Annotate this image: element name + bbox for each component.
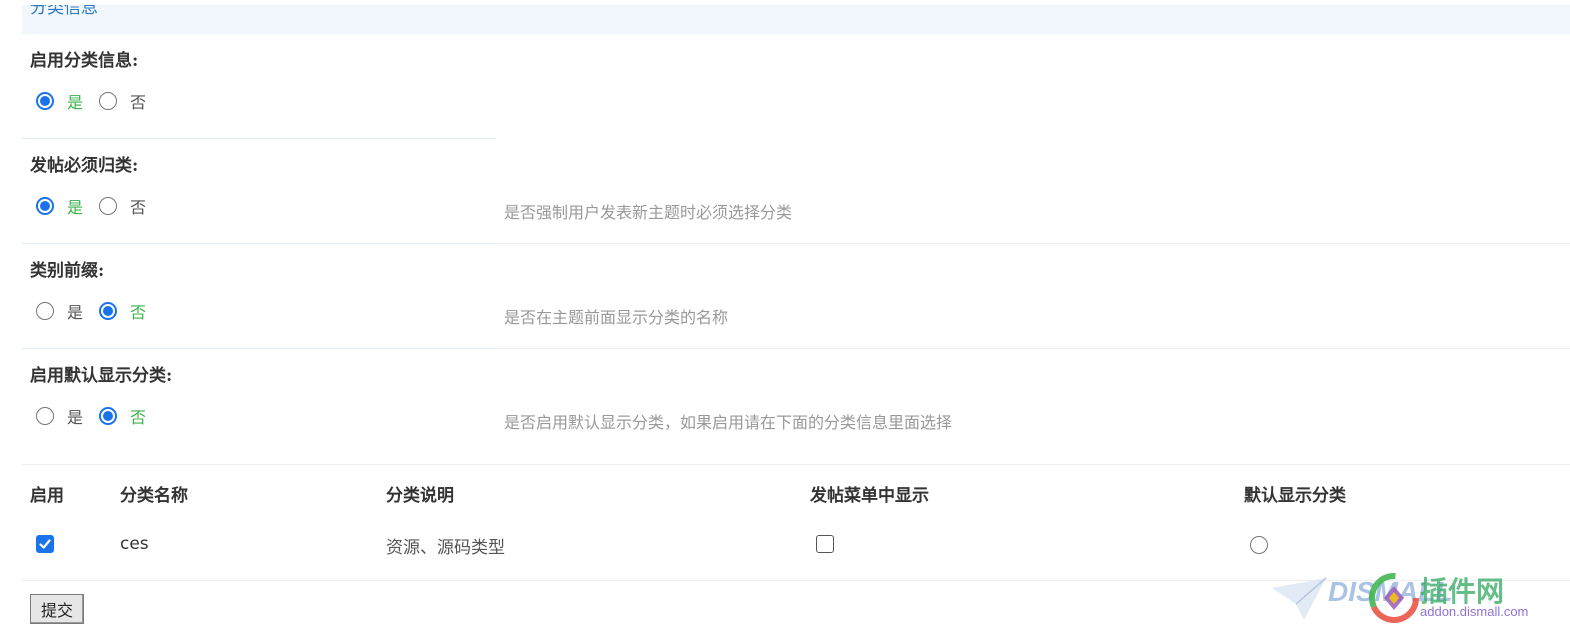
section-header: 分类信息	[22, 5, 1570, 34]
radio-option-no[interactable]: 否	[99, 89, 146, 113]
category-settings-page: 分类信息 启用分类信息: 是 否 发帖必须归类: 是 否 是否强制用户发表新主题…	[0, 0, 1570, 638]
paper-plane-icon	[1272, 577, 1327, 620]
setting-category-prefix: 类别前缀: 是 否 是否在主题前面显示分类的名称	[22, 244, 1570, 349]
radio-option-no[interactable]: 否	[99, 299, 146, 323]
radio-group: 是 否	[36, 300, 162, 322]
radio-button[interactable]	[99, 92, 118, 110]
setting-label: 发帖必须归类:	[30, 156, 139, 176]
radio-label: 否	[130, 198, 147, 217]
category-description: 资源、源码类型	[386, 538, 505, 558]
radio-group: 是 否	[36, 195, 162, 217]
column-header-show-in-menu: 发帖菜单中显示	[810, 486, 929, 506]
show-in-menu-checkbox[interactable]	[816, 535, 834, 553]
setting-description: 是否在主题前面显示分类的名称	[504, 308, 729, 327]
radio-button[interactable]	[99, 407, 118, 425]
watermark-url: addon.dismall.com	[1420, 604, 1529, 619]
setting-label: 启用分类信息:	[30, 51, 139, 71]
radio-option-yes[interactable]: 是	[36, 194, 83, 218]
radio-label: 否	[130, 93, 147, 112]
divider	[22, 464, 1570, 465]
radio-label: 否	[130, 408, 147, 427]
radio-option-no[interactable]: 否	[99, 404, 146, 428]
radio-label: 是	[67, 198, 84, 217]
column-header-default: 默认显示分类	[1244, 486, 1346, 506]
radio-button[interactable]	[36, 197, 54, 215]
radio-option-yes[interactable]: 是	[36, 404, 83, 428]
radio-button[interactable]	[36, 92, 54, 110]
setting-default-display: 启用默认显示分类: 是 否 是否启用默认显示分类，如果启用请在下面的分类信息里面…	[22, 349, 1570, 454]
radio-button[interactable]	[36, 407, 54, 425]
setting-label: 类别前缀:	[30, 261, 105, 281]
radio-group: 是 否	[36, 90, 162, 112]
radio-group: 是 否	[36, 405, 162, 427]
radio-label: 是	[67, 93, 84, 112]
setting-description: 是否启用默认显示分类，如果启用请在下面的分类信息里面选择	[504, 413, 953, 432]
radio-label: 是	[67, 303, 84, 322]
submit-button[interactable]: 提交	[30, 594, 84, 624]
radio-option-no[interactable]: 否	[99, 194, 146, 218]
watermark: DISMALL 插件网 addon.dismall.com	[1270, 568, 1560, 632]
setting-description: 是否强制用户发表新主题时必须选择分类	[504, 203, 793, 222]
default-category-radio[interactable]	[1250, 536, 1268, 554]
radio-option-yes[interactable]: 是	[36, 299, 83, 323]
radio-label: 否	[130, 303, 147, 322]
section-title: 分类信息	[30, 5, 98, 18]
check-icon	[39, 539, 51, 549]
radio-option-yes[interactable]: 是	[36, 89, 83, 113]
setting-enable-category: 启用分类信息: 是 否	[22, 34, 1570, 139]
column-header-description: 分类说明	[386, 486, 454, 506]
column-header-enabled: 启用	[30, 486, 64, 506]
setting-require-category: 发帖必须归类: 是 否 是否强制用户发表新主题时必须选择分类	[22, 139, 1570, 244]
dismall-logo-icon	[1369, 573, 1419, 623]
setting-label: 启用默认显示分类:	[30, 366, 173, 386]
column-header-name: 分类名称	[120, 486, 188, 506]
radio-button[interactable]	[36, 302, 54, 320]
radio-button[interactable]	[99, 197, 118, 215]
enable-checkbox[interactable]	[36, 535, 54, 553]
radio-button[interactable]	[99, 302, 118, 320]
radio-label: 是	[67, 408, 84, 427]
category-name: ces	[120, 534, 149, 554]
